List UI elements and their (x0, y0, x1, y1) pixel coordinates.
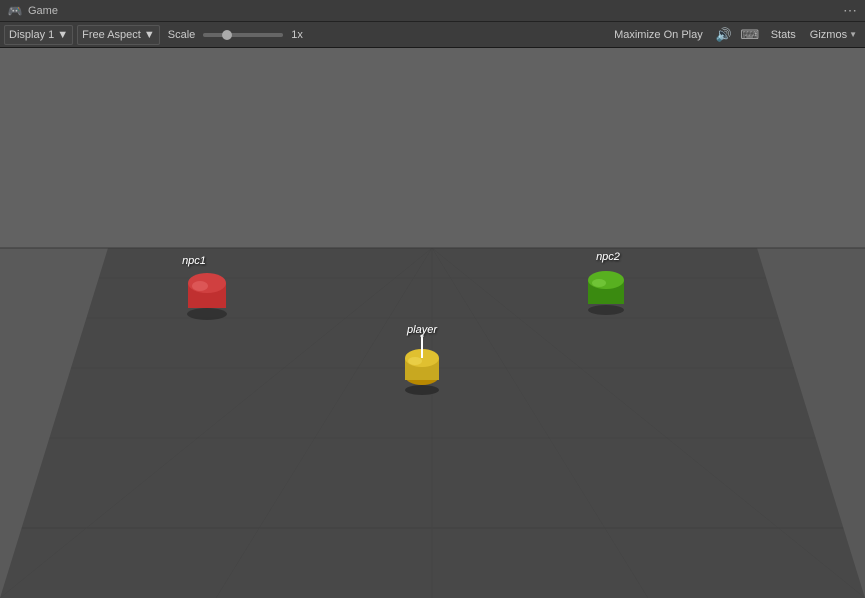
aspect-chevron-icon: ▼ (144, 29, 155, 41)
aspect-label: Free Aspect (82, 29, 141, 41)
maximize-on-play-button[interactable]: Maximize On Play (608, 27, 709, 43)
svg-text:player: player (406, 324, 438, 336)
scale-slider[interactable] (203, 33, 283, 37)
title-bar-label: Game (28, 5, 58, 17)
scale-thumb[interactable] (222, 30, 232, 40)
title-bar-menu[interactable]: ⋯ (843, 2, 857, 19)
audio-icon: 🔊 (716, 27, 732, 43)
keyboard-button[interactable]: ⌨ (739, 25, 761, 45)
keyboard-icon: ⌨ (740, 27, 759, 43)
svg-text:npc2: npc2 (596, 251, 620, 263)
scale-label: Scale (168, 29, 196, 41)
stats-button[interactable]: Stats (765, 27, 802, 43)
svg-text:npc1: npc1 (182, 255, 206, 267)
game-icon: 🎮 (8, 4, 22, 18)
gizmos-label: Gizmos (810, 29, 847, 41)
display-select[interactable]: Display 1 ▼ (4, 25, 73, 45)
display-chevron-icon: ▼ (57, 29, 68, 41)
gizmos-chevron-icon: ▼ (849, 30, 857, 39)
aspect-select[interactable]: Free Aspect ▼ (77, 25, 160, 45)
game-viewport: npc1 player npc2 (0, 48, 865, 598)
stats-label: Stats (771, 29, 796, 41)
maximize-label: Maximize On Play (614, 29, 703, 41)
display-label: Display 1 (9, 29, 54, 41)
gizmos-button[interactable]: Gizmos ▼ (806, 27, 861, 43)
audio-button[interactable]: 🔊 (713, 25, 735, 45)
scale-value: 1x (291, 29, 303, 41)
title-bar: 🎮 Game ⋯ (0, 0, 865, 22)
toolbar: Display 1 ▼ Free Aspect ▼ Scale 1x Maxim… (0, 22, 865, 48)
